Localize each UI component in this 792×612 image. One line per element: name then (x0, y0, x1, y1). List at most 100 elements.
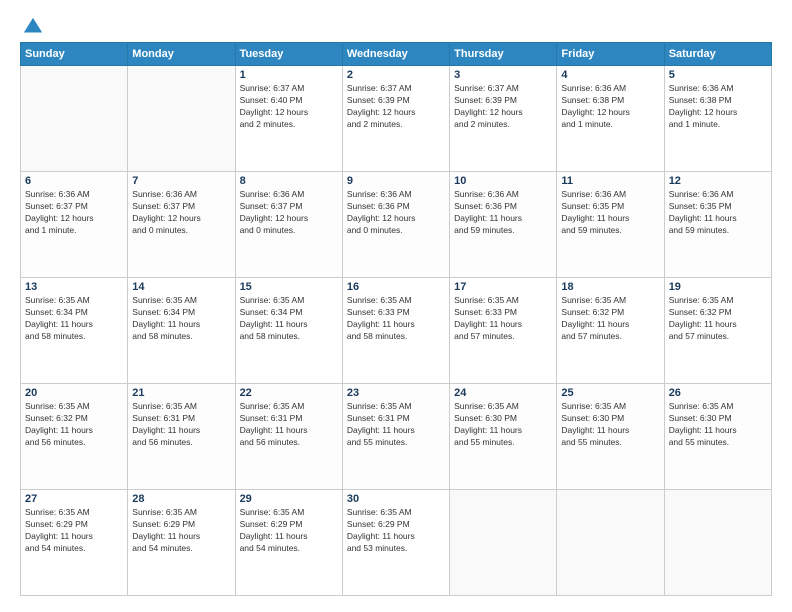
table-row: 30 Sunrise: 6:35 AM Sunset: 6:29 PM Dayli… (342, 490, 449, 596)
calendar-week-row: 20 Sunrise: 6:35 AM Sunset: 6:32 PM Dayli… (21, 384, 772, 490)
calendar-week-row: 1 Sunrise: 6:37 AM Sunset: 6:40 PM Daylig… (21, 66, 772, 172)
day-info: Sunrise: 6:35 AM Sunset: 6:31 PM Dayligh… (132, 401, 230, 449)
table-row: 25 Sunrise: 6:35 AM Sunset: 6:30 PM Dayli… (557, 384, 664, 490)
header-sunday: Sunday (21, 43, 128, 66)
day-info: Sunrise: 6:35 AM Sunset: 6:30 PM Dayligh… (669, 401, 767, 449)
table-row: 12 Sunrise: 6:36 AM Sunset: 6:35 PM Dayli… (664, 172, 771, 278)
day-info: Sunrise: 6:35 AM Sunset: 6:29 PM Dayligh… (240, 507, 338, 555)
table-row: 20 Sunrise: 6:35 AM Sunset: 6:32 PM Dayli… (21, 384, 128, 490)
day-number: 1 (240, 69, 338, 81)
day-info: Sunrise: 6:37 AM Sunset: 6:40 PM Dayligh… (240, 83, 338, 131)
day-number: 23 (347, 387, 445, 399)
day-number: 9 (347, 175, 445, 187)
day-number: 16 (347, 281, 445, 293)
table-row: 28 Sunrise: 6:35 AM Sunset: 6:29 PM Dayli… (128, 490, 235, 596)
day-number: 11 (561, 175, 659, 187)
day-number: 8 (240, 175, 338, 187)
header (20, 16, 772, 34)
header-thursday: Thursday (450, 43, 557, 66)
table-row: 8 Sunrise: 6:36 AM Sunset: 6:37 PM Daylig… (235, 172, 342, 278)
calendar-week-row: 13 Sunrise: 6:35 AM Sunset: 6:34 PM Dayli… (21, 278, 772, 384)
calendar-week-row: 6 Sunrise: 6:36 AM Sunset: 6:37 PM Daylig… (21, 172, 772, 278)
table-row: 17 Sunrise: 6:35 AM Sunset: 6:33 PM Dayli… (450, 278, 557, 384)
day-info: Sunrise: 6:35 AM Sunset: 6:32 PM Dayligh… (669, 295, 767, 343)
day-number: 13 (25, 281, 123, 293)
table-row (664, 490, 771, 596)
day-info: Sunrise: 6:36 AM Sunset: 6:37 PM Dayligh… (25, 189, 123, 237)
table-row: 13 Sunrise: 6:35 AM Sunset: 6:34 PM Dayli… (21, 278, 128, 384)
table-row: 19 Sunrise: 6:35 AM Sunset: 6:32 PM Dayli… (664, 278, 771, 384)
day-info: Sunrise: 6:36 AM Sunset: 6:38 PM Dayligh… (561, 83, 659, 131)
day-info: Sunrise: 6:35 AM Sunset: 6:33 PM Dayligh… (454, 295, 552, 343)
day-info: Sunrise: 6:35 AM Sunset: 6:29 PM Dayligh… (25, 507, 123, 555)
day-number: 4 (561, 69, 659, 81)
day-info: Sunrise: 6:35 AM Sunset: 6:34 PM Dayligh… (240, 295, 338, 343)
day-number: 26 (669, 387, 767, 399)
day-info: Sunrise: 6:35 AM Sunset: 6:29 PM Dayligh… (132, 507, 230, 555)
day-info: Sunrise: 6:36 AM Sunset: 6:38 PM Dayligh… (669, 83, 767, 131)
day-info: Sunrise: 6:37 AM Sunset: 6:39 PM Dayligh… (347, 83, 445, 131)
day-info: Sunrise: 6:35 AM Sunset: 6:30 PM Dayligh… (561, 401, 659, 449)
header-monday: Monday (128, 43, 235, 66)
header-friday: Friday (557, 43, 664, 66)
table-row: 6 Sunrise: 6:36 AM Sunset: 6:37 PM Daylig… (21, 172, 128, 278)
day-info: Sunrise: 6:35 AM Sunset: 6:33 PM Dayligh… (347, 295, 445, 343)
day-info: Sunrise: 6:35 AM Sunset: 6:34 PM Dayligh… (132, 295, 230, 343)
day-number: 17 (454, 281, 552, 293)
table-row (557, 490, 664, 596)
table-row: 23 Sunrise: 6:35 AM Sunset: 6:31 PM Dayli… (342, 384, 449, 490)
day-info: Sunrise: 6:36 AM Sunset: 6:37 PM Dayligh… (240, 189, 338, 237)
logo (20, 16, 44, 34)
day-number: 19 (669, 281, 767, 293)
table-row: 3 Sunrise: 6:37 AM Sunset: 6:39 PM Daylig… (450, 66, 557, 172)
table-row: 14 Sunrise: 6:35 AM Sunset: 6:34 PM Dayli… (128, 278, 235, 384)
day-number: 7 (132, 175, 230, 187)
day-number: 28 (132, 493, 230, 505)
day-number: 29 (240, 493, 338, 505)
table-row (128, 66, 235, 172)
day-number: 21 (132, 387, 230, 399)
day-info: Sunrise: 6:35 AM Sunset: 6:29 PM Dayligh… (347, 507, 445, 555)
day-info: Sunrise: 6:35 AM Sunset: 6:32 PM Dayligh… (561, 295, 659, 343)
day-number: 24 (454, 387, 552, 399)
day-number: 12 (669, 175, 767, 187)
table-row (21, 66, 128, 172)
page: Sunday Monday Tuesday Wednesday Thursday… (0, 0, 792, 612)
table-row: 9 Sunrise: 6:36 AM Sunset: 6:36 PM Daylig… (342, 172, 449, 278)
table-row (450, 490, 557, 596)
day-number: 30 (347, 493, 445, 505)
calendar-table: Sunday Monday Tuesday Wednesday Thursday… (20, 42, 772, 596)
day-info: Sunrise: 6:35 AM Sunset: 6:34 PM Dayligh… (25, 295, 123, 343)
day-number: 6 (25, 175, 123, 187)
day-number: 3 (454, 69, 552, 81)
day-number: 5 (669, 69, 767, 81)
day-info: Sunrise: 6:35 AM Sunset: 6:30 PM Dayligh… (454, 401, 552, 449)
table-row: 1 Sunrise: 6:37 AM Sunset: 6:40 PM Daylig… (235, 66, 342, 172)
day-number: 20 (25, 387, 123, 399)
table-row: 4 Sunrise: 6:36 AM Sunset: 6:38 PM Daylig… (557, 66, 664, 172)
day-number: 18 (561, 281, 659, 293)
table-row: 27Sunrise: 6:35 AM Sunset: 6:29 PM Dayli… (21, 490, 128, 596)
day-number: 14 (132, 281, 230, 293)
day-info: Sunrise: 6:35 AM Sunset: 6:31 PM Dayligh… (240, 401, 338, 449)
table-row: 5 Sunrise: 6:36 AM Sunset: 6:38 PM Daylig… (664, 66, 771, 172)
logo-icon (22, 16, 44, 38)
day-info: Sunrise: 6:36 AM Sunset: 6:37 PM Dayligh… (132, 189, 230, 237)
table-row: 26 Sunrise: 6:35 AM Sunset: 6:30 PM Dayli… (664, 384, 771, 490)
table-row: 2Sunrise: 6:37 AM Sunset: 6:39 PM Daylig… (342, 66, 449, 172)
day-info: Sunrise: 6:36 AM Sunset: 6:36 PM Dayligh… (347, 189, 445, 237)
day-info: Sunrise: 6:36 AM Sunset: 6:36 PM Dayligh… (454, 189, 552, 237)
day-number: 25 (561, 387, 659, 399)
day-info: Sunrise: 6:37 AM Sunset: 6:39 PM Dayligh… (454, 83, 552, 131)
table-row: 15Sunrise: 6:35 AM Sunset: 6:34 PM Dayli… (235, 278, 342, 384)
table-row: 10 Sunrise: 6:36 AM Sunset: 6:36 PM Dayli… (450, 172, 557, 278)
table-row: 29 Sunrise: 6:35 AM Sunset: 6:29 PM Dayli… (235, 490, 342, 596)
day-info: Sunrise: 6:35 AM Sunset: 6:32 PM Dayligh… (25, 401, 123, 449)
table-row: 7 Sunrise: 6:36 AM Sunset: 6:37 PM Daylig… (128, 172, 235, 278)
header-tuesday: Tuesday (235, 43, 342, 66)
calendar-week-row: 27Sunrise: 6:35 AM Sunset: 6:29 PM Dayli… (21, 490, 772, 596)
day-info: Sunrise: 6:36 AM Sunset: 6:35 PM Dayligh… (669, 189, 767, 237)
day-info: Sunrise: 6:35 AM Sunset: 6:31 PM Dayligh… (347, 401, 445, 449)
day-number: 22 (240, 387, 338, 399)
day-number: 10 (454, 175, 552, 187)
